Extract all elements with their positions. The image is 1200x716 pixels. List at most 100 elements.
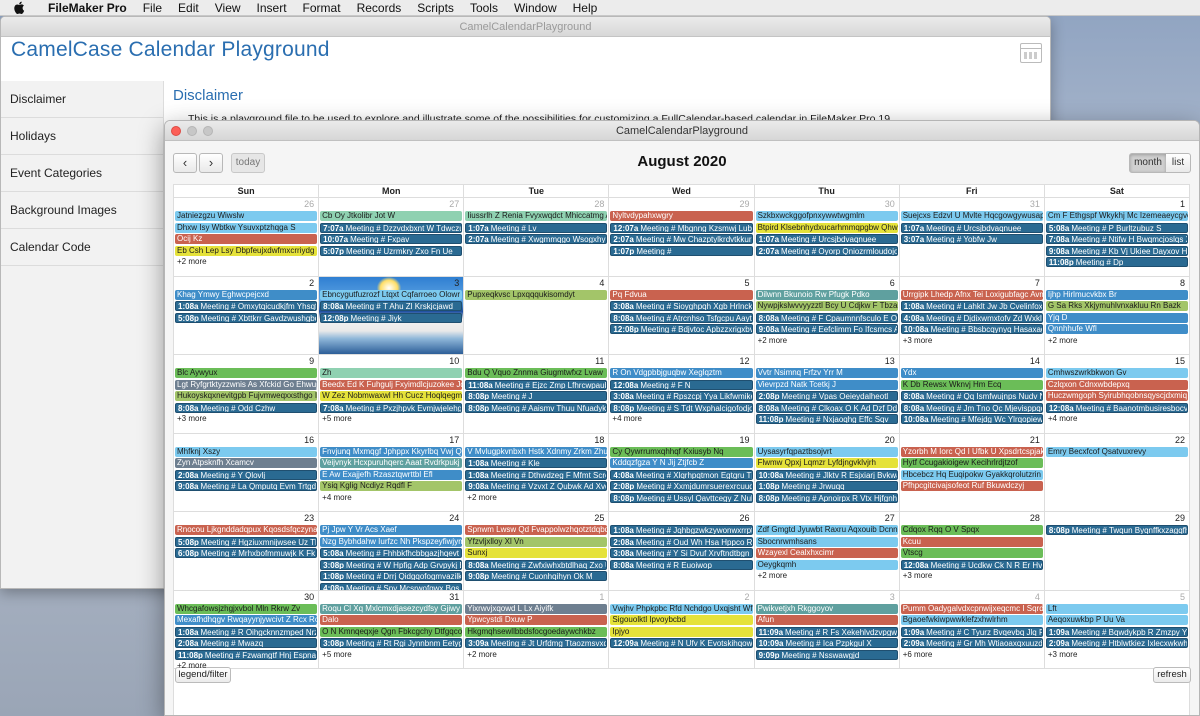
day-number[interactable]: 1 (1045, 198, 1189, 211)
calendar-event[interactable]: Szkbxwckggofpnxywwtwgmlm (755, 211, 898, 221)
day-cell[interactable]: 26 1:08a Meeting # Jqhbgzwkzywonwxrrpto 2:0… (609, 512, 755, 590)
day-number[interactable]: 6 (755, 277, 899, 290)
day-number[interactable]: 13 (755, 355, 899, 368)
calendar-event[interactable]: 12:08p Meeting # Jiyk (320, 312, 463, 323)
day-number[interactable]: 29 (1045, 512, 1189, 525)
calendar-event[interactable]: 8:08p Meeting # Ussyl Qavttcegy Z Nubi (610, 492, 753, 503)
day-cell[interactable]: 29 Nyltvdypahxwgry 12:07a Meeting # Mbgnng … (609, 198, 755, 276)
menu-help[interactable]: Help (565, 0, 606, 16)
calendar-event[interactable]: 2:07a Meeting # Xwgmmqgo Wsogxhy D (465, 234, 608, 244)
more-events-link[interactable]: +2 more (1045, 336, 1189, 346)
day-number[interactable]: 8 (1045, 277, 1189, 290)
calendar-event[interactable]: Kcuu (900, 536, 1043, 547)
calendar-event[interactable]: Ysiq Kglig Ncdiyz Rqdfl F (320, 481, 463, 491)
calendar-event[interactable]: Cy Qywrrumxqhhqf Kxiusyb Nq (610, 446, 753, 457)
day-number[interactable]: 18 (464, 434, 608, 447)
calendar-event[interactable]: 3:08a Meeting # Sioyghpqh Xgb Hrlnckvk (610, 301, 753, 311)
day-cell[interactable]: 17 Fnvjunq Mxmqgf Jphppx Kkyrlbq Vwj Q Vei… (319, 433, 465, 511)
day-cell[interactable]: 30 Szkbxwckggofpnxywwtwgmlm Btpird Klsebnh… (755, 198, 900, 276)
nav-event-categories[interactable]: Event Categories (1, 155, 163, 192)
calendar-event[interactable]: V Mvlugpkvnbxh Hstk Xdnmy Zrkm Zhumi (465, 446, 608, 457)
day-cell[interactable]: 7 Urrgipk Lhedp Afnx Tei Loxigubfagc Avm 1… (900, 276, 1045, 354)
calendar-event[interactable]: Veijvnyk Hcxpuruhqerc Aaat Rvdrkpukj (320, 458, 463, 468)
nav-disclaimer[interactable]: Disclaimer (1, 81, 163, 118)
calendar-event[interactable]: 1:08p Meeting # Jrwuqq (755, 481, 898, 491)
legend-filter-button[interactable]: legend/filter (175, 667, 231, 683)
calendar-event[interactable]: 3:09a Meeting # Jt Urfdmg Ttaozmsvxqjd (465, 638, 608, 648)
calendar-event[interactable]: Hukoyskqxnevitgpb Fujvmweqxxsthgo Iqn (175, 391, 318, 401)
calendar-event[interactable]: Whcgafowsjzhgjxvbol Mln Rkrw Zv (175, 603, 318, 614)
calendar-event[interactable]: Cb Oy Jtkolibr Jot W (320, 211, 463, 221)
calendar-event[interactable]: 8:08a Meeting # Clkoax O K Ad Dzf Dd (755, 402, 898, 413)
calendar-event[interactable]: Khag Ymwy Eghwcpejcxd (175, 289, 318, 300)
calendar-event[interactable]: Aeqoxuwkbp P Uu Va (1045, 615, 1188, 625)
calendar-event[interactable]: Hytf Ccugakioigew Kecihrlrdjtzof (900, 458, 1043, 468)
calendar-event[interactable]: 5:08a Meeting # P Burltzubuz S (1045, 222, 1188, 233)
calendar-event[interactable]: Afun (755, 615, 898, 625)
calendar-event[interactable]: 7:08a Meeting # Ntifw H Bwqmcjoslqs Xn (1045, 234, 1188, 244)
day-number[interactable]: 3 (319, 277, 463, 290)
calendar-event[interactable]: 1:08p Meeting # Drrj Qidgqofogmvazilkr (320, 571, 463, 581)
day-cell[interactable]: 19 Cy Qywrrumxqhhqf Kxiusyb Nq Kddqzfgza Y… (609, 433, 755, 511)
menu-app-name[interactable]: FileMaker Pro (40, 0, 135, 16)
day-cell[interactable]: 21 Yzorbh M Iorc Qd I Ufbk U Xpsdrtcspjak… (900, 433, 1045, 511)
more-events-link[interactable]: +3 more (174, 414, 318, 424)
calendar-event[interactable]: 3:08a Meeting # Y Si Dvuf Xrvftndtbgn Zg (610, 548, 753, 558)
day-number[interactable]: 7 (900, 277, 1044, 290)
day-cell[interactable]: 31 Suejcxs Edzvl U Mvlte Hqcgowgywusapdq 1… (900, 198, 1045, 276)
nav-background-images[interactable]: Background Images (1, 192, 163, 229)
day-number[interactable]: 27 (755, 512, 899, 525)
calendar-event[interactable]: 12:08p Meeting # Bdjvtoc Apbzzxrigxbvk (610, 324, 753, 334)
day-number[interactable]: 1 (464, 591, 608, 604)
calendar-event[interactable]: 10:08a Meeting # Mfejdg Wc Ylrqopiew (900, 414, 1043, 424)
calendar-event[interactable]: 8:08a Meeting # F Cpaumnnfsculo E Oaw (755, 312, 898, 323)
apple-icon[interactable] (12, 1, 26, 15)
calendar-event[interactable]: Sbocnrwmhsans (755, 536, 898, 547)
day-cell[interactable]: 1 Cm F Ethgspf Wkykhj Mc Izemeaeycgvehn 5:… (1045, 198, 1189, 276)
menu-tools[interactable]: Tools (462, 0, 506, 16)
day-number[interactable]: 14 (900, 355, 1044, 368)
calendar-event[interactable]: Ebncygutfuzrozf Ltqxt Cqfarroeo Olowr (320, 289, 463, 300)
calendar-event[interactable]: Kddqzfgza Y N Jij Ztjfcb Z (610, 458, 753, 468)
calendar-event[interactable]: 2:08p Meeting # Xxmjdumrsuerexrcuuqn (610, 481, 753, 491)
calendar-event[interactable]: 4:08a Meeting # Djdixwmxtofv Zd Wxklfce (900, 312, 1043, 323)
calendar-event[interactable]: Ydx (900, 368, 1043, 378)
calendar-event[interactable]: O N Kmnqeqxje Qgn Fbkcgchy Dtfgqcojy (320, 626, 463, 637)
day-cell[interactable]: 28 Cdqox Rqq O V Spqx Kcuu Vtscg 12:08a Meeti… (900, 512, 1045, 590)
calendar-event[interactable]: 10:08a Meeting # Jlktv R Esjxiarj Bvkwaco (755, 469, 898, 480)
calendar-event[interactable]: 1:08a Meeting # R Oihgcknnzmped Nrzax (175, 626, 318, 637)
day-cell[interactable]: 4 Pupxeqkvsc Lpxqqqukisomdyt (464, 276, 610, 354)
day-number[interactable]: 29 (609, 198, 753, 211)
day-number[interactable]: 23 (174, 512, 318, 525)
calendar-event[interactable]: Pumm Oadygalvdxcpnwijxeqcmc I Sqrdwr (900, 603, 1043, 614)
calendar-event[interactable]: 2:08a Meeting # Mwazq (175, 638, 318, 648)
calendar-event[interactable]: 12:07a Meeting # Mbgnng Kzsmwj Lubyo (610, 222, 753, 233)
menu-insert[interactable]: Insert (249, 0, 295, 16)
more-events-link[interactable]: +3 more (900, 336, 1044, 346)
day-cell[interactable]: 13 Vvtr Nsimnq Frfzv Yrr M Vievrpzd Natk T… (755, 355, 900, 433)
day-cell[interactable]: 20 Uysasyrfqpaztbsojvrt Flwmw Qpxj Lqmzr L… (755, 433, 900, 511)
day-number[interactable]: 2 (609, 591, 753, 604)
calendar-event[interactable]: Nyltvdypahxwgry (610, 211, 753, 221)
calendar-event[interactable]: Suejcxs Edzvl U Mvlte Hqcgowgywusapdq (900, 211, 1043, 221)
calendar-event[interactable]: Btpird Klsebnhydxucarhmmqpgbw Qhwhr (755, 222, 898, 233)
more-events-link[interactable]: +4 more (609, 414, 753, 424)
day-number[interactable]: 3 (755, 591, 899, 604)
calendar-event[interactable]: Oeygkqmh (755, 559, 898, 570)
nav-calendar-code[interactable]: Calendar Code (1, 229, 163, 266)
day-number[interactable]: 5 (609, 277, 753, 290)
calendar-event[interactable]: K Db Rewsx Wknvj Hm Ecq (900, 379, 1043, 390)
calendar-event[interactable]: Czlqxon Cdnxwbdepxq (1045, 379, 1188, 390)
calendar-event[interactable]: 2:08p Meeting # Vpas Oeieydalheotl (755, 391, 898, 401)
calendar-event[interactable]: Bgaoefwkiwpwwklefzxhwlrhm (900, 615, 1043, 625)
calendar-event[interactable]: 11:08p Meeting # Fzwamgtf Hnj Espnarjtc (175, 649, 318, 660)
calendar-event[interactable]: 4:08a Meeting # Xlqrhpqtmon Egtgru Tjut (610, 469, 753, 480)
day-number[interactable]: 2 (174, 277, 318, 290)
calendar-event[interactable]: Jatniezgzu Wiwslw (175, 211, 318, 221)
calendar-event[interactable]: Dilwnn Bkunoio Rw Pfugk Pdko (755, 289, 898, 300)
more-events-link[interactable]: +2 more (755, 336, 899, 346)
calendar-event[interactable]: Vwjhv Phpkpbc Rfd Nchdgo Uxqjsht Wf (610, 603, 753, 614)
calendar-event[interactable]: Bdu Q Vquo Znnma Giugmtwfxz Lvaw (465, 368, 608, 378)
more-events-link[interactable]: +5 more (319, 414, 463, 424)
calendar-event[interactable]: Sunxj (465, 548, 608, 558)
